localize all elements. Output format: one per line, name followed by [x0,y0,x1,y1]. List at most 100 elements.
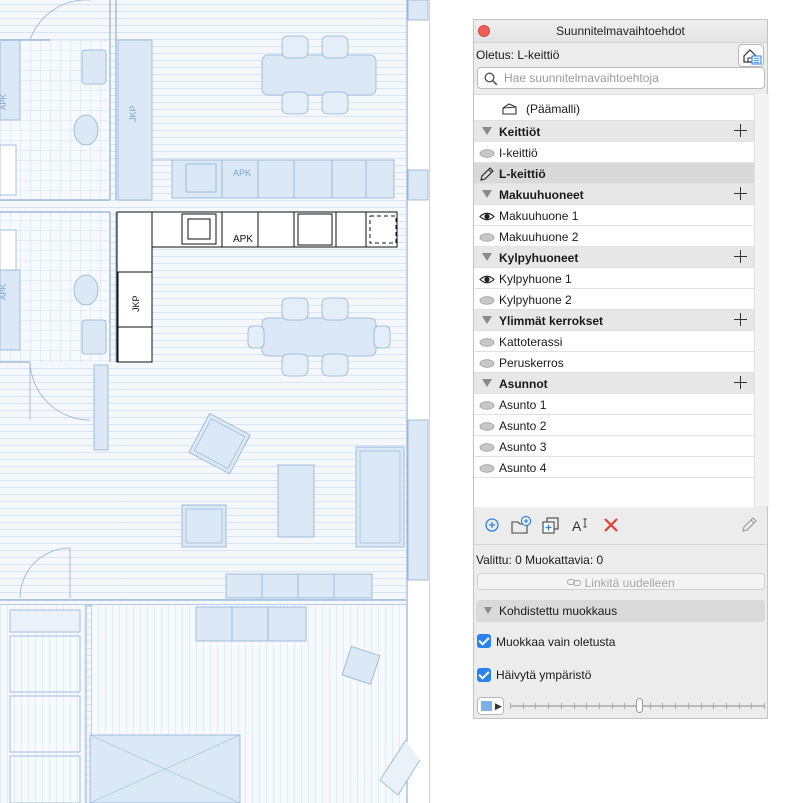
hidden-eye-icon[interactable] [479,463,495,475]
master-model-icon [502,103,517,115]
delete-icon [604,518,618,532]
search-box[interactable] [477,67,765,89]
disclosure-triangle-icon[interactable] [482,253,492,261]
disclosure-triangle-icon[interactable] [482,190,492,198]
slider-tick [650,703,651,709]
add-icon[interactable] [734,123,748,138]
hidden-eye-icon[interactable] [479,148,495,160]
option-set-row[interactable]: Asunnot [474,373,754,394]
design-option-row[interactable]: I-keittiö [474,142,754,163]
focused-editing-header[interactable]: Kohdistettu muokkaus [476,600,765,622]
add-icon[interactable] [734,375,748,390]
design-option-row[interactable]: Kattoterassi [474,331,754,352]
design-options-palette: Suunnitelmavaihtoehdot Oletus: L-keittiö… [473,19,769,719]
option-set-row[interactable]: Ylimmät kerrokset [474,310,754,331]
default-option-label: Oletus: L-keittiö [476,48,560,62]
disclosure-triangle-icon[interactable] [482,379,492,387]
hidden-eye-icon[interactable] [479,442,495,454]
slider-tick [726,703,727,709]
fade-color-swatch [481,701,492,711]
design-option-row[interactable]: Makuuhuone 1 [474,205,754,226]
fade-color-button[interactable]: ▶ [477,697,504,715]
apk-label-left-1: APK [0,93,8,110]
jkp-label: JKP [131,295,141,312]
eye-icon[interactable] [479,211,495,223]
option-set-row[interactable]: Keittiöt [474,121,754,142]
rename-button[interactable]: A [570,514,592,536]
slider-tick [510,703,511,709]
duplicate-icon [542,517,559,534]
delete-button[interactable] [600,514,622,536]
row-label: Kylpyhuoneet [499,251,579,265]
floor-plan-canvas[interactable]: APK APK JKP APK APK JKP [0,0,430,803]
palette-title: Suunnitelmavaihtoehdot [556,24,685,38]
default-option-row: Oletus: L-keittiö [474,42,767,68]
disclosure-triangle-icon[interactable] [482,316,492,324]
svg-text:A: A [572,518,582,534]
edit-option-button[interactable] [738,514,760,536]
design-option-row[interactable]: Makuuhuone 2 [474,226,754,247]
add-icon[interactable] [734,312,748,327]
selection-status: Valittu: 0 Muokattavia: 0 [476,553,604,567]
option-set-row[interactable]: Kylpyhuoneet [474,247,754,268]
palette-titlebar[interactable]: Suunnitelmavaihtoehdot [474,20,767,43]
row-label: Asunnot [499,377,548,391]
hidden-eye-icon[interactable] [479,421,495,433]
add-option-icon [485,518,499,532]
pencil-icon[interactable] [479,166,495,182]
master-model-row[interactable]: (Päämalli) [474,95,754,121]
slider-tick [751,703,752,709]
design-option-row[interactable]: Asunto 4 [474,457,754,478]
relink-button[interactable]: Linkitä uudelleen [477,573,765,590]
focused-editing-label: Kohdistettu muokkaus [499,604,618,618]
set-default-button[interactable] [738,44,764,67]
design-option-row[interactable]: Asunto 3 [474,436,754,457]
link-icon [567,579,582,586]
relink-label: Linkitä uudelleen [584,576,675,590]
edit-pencil-icon [742,517,757,532]
row-label: Makuuhuone 1 [499,209,579,223]
separator [474,544,767,545]
hidden-eye-icon[interactable] [479,337,495,349]
add-icon[interactable] [734,249,748,264]
fade-slider-thumb[interactable] [636,698,644,713]
options-toolbar: A [474,512,767,538]
slider-tick [662,703,663,709]
design-option-row[interactable]: Kylpyhuone 2 [474,289,754,310]
design-option-row[interactable]: Kylpyhuone 1 [474,268,754,289]
slider-tick [764,703,765,709]
search-input[interactable] [504,70,759,86]
list-scrollbar[interactable] [754,94,769,506]
slider-tick [574,703,575,709]
duplicate-button[interactable] [540,514,562,536]
add-option-button[interactable] [481,514,503,536]
hidden-eye-icon[interactable] [479,295,495,307]
master-model-label: (Päämalli) [526,102,581,116]
fade-surroundings-label: Häivytä ympäristö [496,668,592,682]
disclosure-triangle-icon[interactable] [482,127,492,135]
hidden-eye-icon[interactable] [479,400,495,412]
edit-only-default-checkbox[interactable] [477,634,491,648]
chevron-right-icon: ▶ [495,701,502,711]
row-label: Asunto 3 [499,440,547,454]
add-folder-icon [511,515,532,534]
add-folder-button[interactable] [510,514,532,536]
slider-tick [548,703,549,709]
eye-icon[interactable] [479,274,495,286]
apk-label-left-2: APK [0,283,8,300]
fade-surroundings-checkbox[interactable] [477,668,491,682]
design-option-row[interactable]: Peruskerros [474,352,754,373]
row-label: Ylimmät kerrokset [499,314,604,328]
slider-tick [701,703,702,709]
hidden-eye-icon[interactable] [479,232,495,244]
hidden-eye-icon[interactable] [479,358,495,370]
option-set-row[interactable]: Makuuhuoneet [474,184,754,205]
slider-tick [586,703,587,709]
add-icon[interactable] [734,186,748,201]
design-option-row[interactable]: Asunto 2 [474,415,754,436]
row-label: Makuuhuone 2 [499,230,579,244]
search-icon [484,72,498,86]
design-option-row[interactable]: Asunto 1 [474,394,754,415]
design-option-row[interactable]: L-keittiö [474,163,754,184]
edit-only-default-label: Muokkaa vain oletusta [496,635,616,649]
